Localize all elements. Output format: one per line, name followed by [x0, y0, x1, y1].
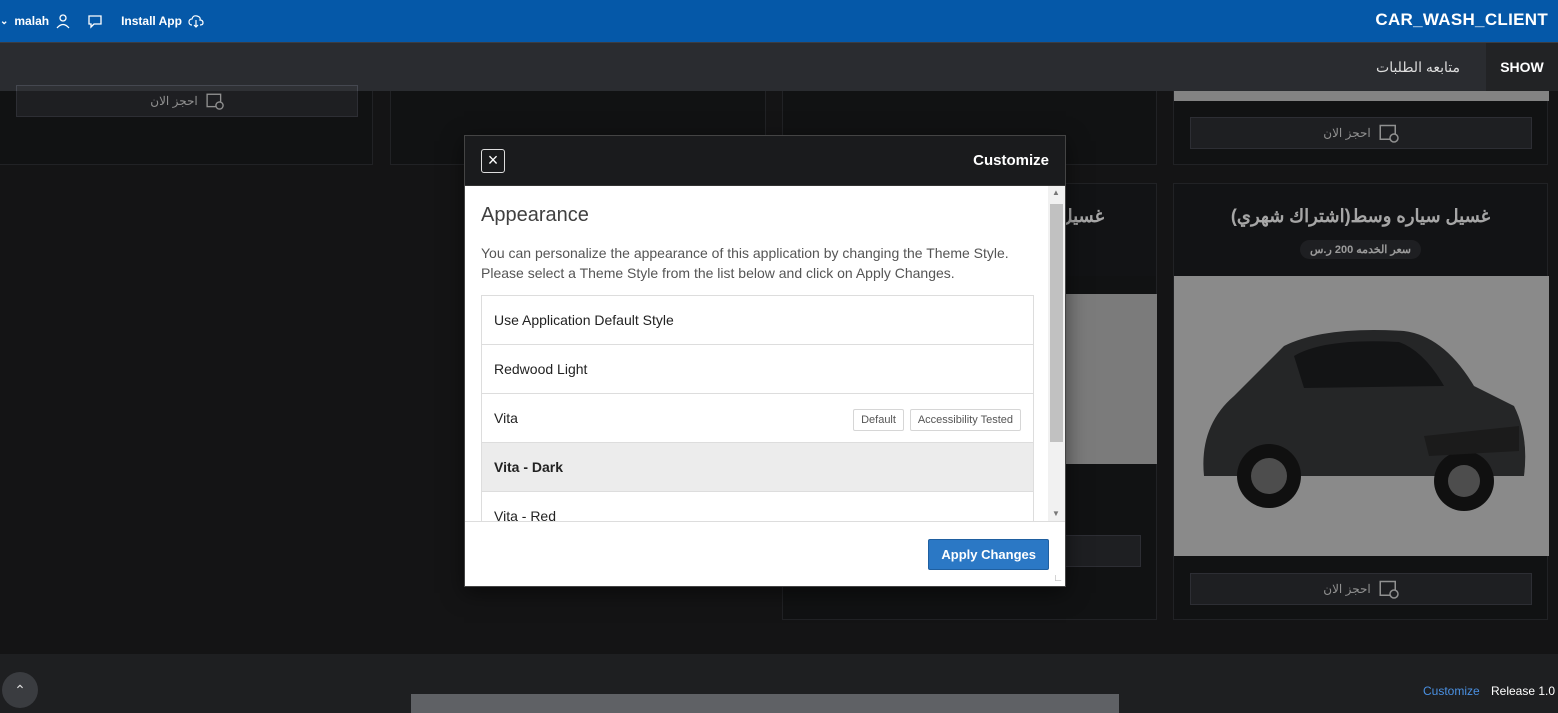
apply-changes-button[interactable]: Apply Changes: [928, 539, 1049, 570]
menu-item-track-orders[interactable]: متابعه الطلبات: [1376, 43, 1460, 91]
theme-option-default-style[interactable]: Use Application Default Style: [482, 296, 1033, 345]
appearance-description: You can personalize the appearance of th…: [481, 245, 1009, 281]
user-nav: ⌄ malah Install App: [0, 0, 204, 42]
user-icon[interactable]: [55, 13, 71, 29]
customize-dialog: × Customize Appearance You can personali…: [464, 135, 1066, 587]
developer-toolbar: [411, 694, 1119, 713]
page-footer: ⌃: [0, 654, 1558, 713]
theme-option-vita-red[interactable]: Vita - Red: [482, 492, 1033, 521]
main-menu-bar: متابعه الطلبات SHOW: [0, 42, 1558, 91]
user-menu-label[interactable]: malah: [14, 14, 49, 28]
default-tag: Default: [853, 409, 904, 431]
dialog-scrollbar[interactable]: ▲ ▼: [1048, 186, 1065, 521]
feedback-icon[interactable]: [87, 13, 103, 29]
top-navigation-bar: ⌄ malah Install App CAR_WASH_CLIENT: [0, 0, 1558, 42]
scroll-to-top-button[interactable]: ⌃: [2, 672, 38, 708]
dialog-footer: Apply Changes ∟: [465, 521, 1065, 586]
theme-option-vita-dark[interactable]: Vita - Dark: [482, 443, 1033, 492]
dialog-header: × Customize: [465, 136, 1065, 186]
install-app-link[interactable]: Install App: [121, 14, 182, 28]
theme-style-list: Use Application Default Style Redwood Li…: [481, 295, 1034, 521]
scrollbar-thumb[interactable]: [1050, 204, 1063, 442]
dialog-title: Customize: [973, 152, 1049, 169]
chevron-down-icon[interactable]: ⌄: [0, 16, 8, 27]
cloud-download-icon[interactable]: [188, 13, 204, 29]
theme-option-redwood-light[interactable]: Redwood Light: [482, 345, 1033, 394]
close-icon[interactable]: ×: [481, 149, 505, 173]
resize-handle-icon[interactable]: ∟: [1053, 573, 1063, 584]
customize-link[interactable]: Customize: [1423, 684, 1480, 698]
theme-option-vita[interactable]: Vita Default Accessibility Tested: [482, 394, 1033, 443]
appearance-heading: Appearance: [481, 204, 589, 226]
release-label: Release 1.0: [1491, 684, 1556, 698]
app-title[interactable]: CAR_WASH_CLIENT: [1375, 10, 1548, 30]
dialog-body: Appearance You can personalize the appea…: [465, 186, 1050, 521]
scroll-down-arrow-icon[interactable]: ▼: [1052, 509, 1060, 518]
scroll-up-arrow-icon[interactable]: ▲: [1052, 188, 1060, 197]
menu-item-show[interactable]: SHOW: [1486, 43, 1558, 91]
accessibility-tested-tag: Accessibility Tested: [909, 409, 1021, 431]
